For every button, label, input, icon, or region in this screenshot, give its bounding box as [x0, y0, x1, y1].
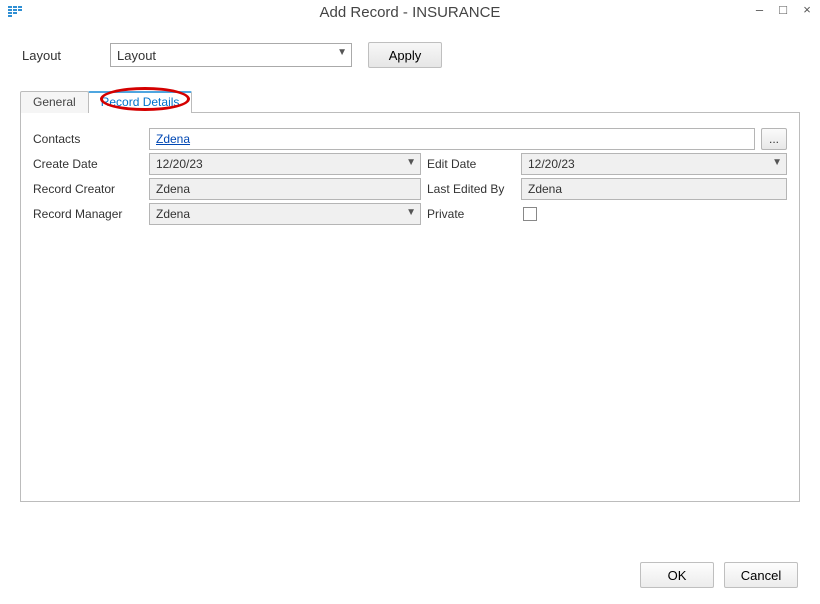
- chevron-down-icon: ▼: [337, 47, 347, 58]
- dialog-footer: OK Cancel: [640, 562, 798, 588]
- create-date-value: 12/20/23: [156, 157, 203, 171]
- ok-button[interactable]: OK: [640, 562, 714, 588]
- last-edited-by-label: Last Edited By: [421, 182, 521, 196]
- private-checkbox[interactable]: [523, 207, 537, 221]
- chevron-down-icon: ▼: [406, 157, 416, 168]
- layout-select-value: Layout: [117, 48, 156, 63]
- dialog-title: Add Record - INSURANCE: [0, 4, 820, 21]
- create-date-label: Create Date: [33, 157, 149, 171]
- edit-date-value: 12/20/23: [528, 157, 575, 171]
- private-label: Private: [421, 207, 521, 221]
- record-creator-field[interactable]: Zdena: [149, 178, 421, 200]
- minimize-button[interactable]: –: [752, 2, 766, 17]
- record-manager-value: Zdena: [156, 207, 190, 221]
- record-details-panel: Contacts Zdena ... Create Date 12/20/23 …: [20, 112, 800, 502]
- create-date-field[interactable]: 12/20/23 ▼: [149, 153, 421, 175]
- tab-general[interactable]: General: [20, 91, 89, 113]
- contacts-browse-button[interactable]: ...: [761, 128, 787, 150]
- close-button[interactable]: ×: [800, 2, 814, 17]
- contacts-field[interactable]: Zdena: [149, 128, 755, 150]
- chevron-down-icon: ▼: [406, 207, 416, 218]
- cancel-button[interactable]: Cancel: [724, 562, 798, 588]
- title-bar: Add Record - INSURANCE – □ ×: [0, 0, 820, 24]
- contacts-label: Contacts: [33, 132, 149, 146]
- apply-button[interactable]: Apply: [368, 42, 442, 68]
- record-creator-value: Zdena: [156, 182, 190, 196]
- record-creator-label: Record Creator: [33, 182, 149, 196]
- layout-label: Layout: [22, 48, 100, 63]
- record-manager-field[interactable]: Zdena ▼: [149, 203, 421, 225]
- edit-date-label: Edit Date: [421, 157, 521, 171]
- edit-date-field[interactable]: 12/20/23 ▼: [521, 153, 787, 175]
- last-edited-by-value: Zdena: [528, 182, 562, 196]
- last-edited-by-field[interactable]: Zdena: [521, 178, 787, 200]
- chevron-down-icon: ▼: [772, 157, 782, 168]
- maximize-button[interactable]: □: [776, 2, 790, 17]
- layout-row: Layout Layout ▼ Apply: [0, 24, 820, 78]
- record-manager-label: Record Manager: [33, 207, 149, 221]
- contacts-value: Zdena: [156, 132, 190, 146]
- tab-bar: General Record Details: [20, 90, 800, 112]
- tab-record-details[interactable]: Record Details: [88, 91, 193, 113]
- layout-select[interactable]: Layout ▼: [110, 43, 352, 67]
